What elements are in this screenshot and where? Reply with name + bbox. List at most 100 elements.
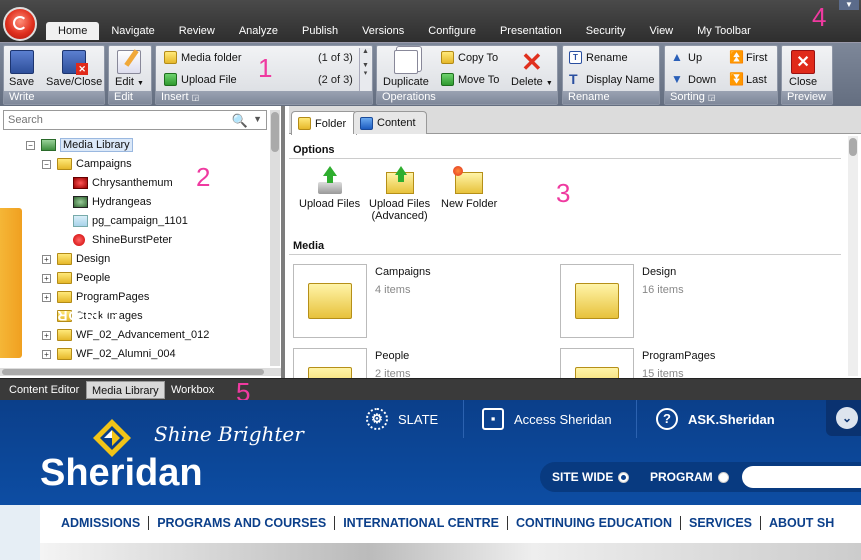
nav-programs-and-courses[interactable]: PROGRAMS AND COURSES	[149, 516, 336, 530]
tab-navigate[interactable]: Navigate	[99, 22, 166, 40]
move-to-button[interactable]: Move To	[441, 73, 499, 86]
tree-item[interactable]: Chrysanthemum	[58, 174, 173, 192]
nav-international-centre[interactable]: INTERNATIONAL CENTRE	[335, 516, 508, 530]
tab-my-toolbar[interactable]: My Toolbar	[685, 22, 763, 40]
app-menu-orb[interactable]	[3, 7, 37, 41]
tab-analyze[interactable]: Analyze	[227, 22, 290, 40]
tab-review[interactable]: Review	[167, 22, 227, 40]
upload-files-advanced-option[interactable]: Upload Files (Advanced)	[369, 166, 430, 222]
tab-content[interactable]: Content	[353, 111, 427, 134]
sort-up-button[interactable]: ▲ Up	[671, 51, 702, 64]
scope-program-label: PROGRAM	[650, 470, 713, 484]
search-icon[interactable]: 🔍	[232, 113, 248, 129]
collapse-toggle-icon[interactable]: −	[26, 140, 35, 150]
expand-toggle-icon[interactable]: +	[42, 254, 51, 264]
tree-item[interactable]: Hydrangeas	[58, 193, 151, 211]
ask-sheridan-link[interactable]: ? ASK.Sheridan	[656, 408, 775, 430]
site-left-strip	[0, 505, 40, 560]
insert-media-folder-button[interactable]: Media folder	[164, 51, 242, 64]
tree-item[interactable]: + WF_02_Alumni_004	[42, 345, 176, 363]
editor-scroll-thumb[interactable]	[849, 138, 857, 156]
new-folder-option[interactable]: New Folder	[441, 166, 497, 210]
move-to-icon	[441, 73, 454, 86]
expand-toggle-icon[interactable]: +	[42, 330, 51, 340]
tree-item[interactable]: − Campaigns	[42, 155, 132, 173]
media-card-design[interactable]: Design 16 items	[560, 264, 684, 338]
tab-folder[interactable]: Folder	[291, 111, 358, 135]
app-tab-workbox[interactable]: Workbox	[166, 381, 219, 399]
folder-icon	[57, 253, 72, 265]
tree-item[interactable]: + Design	[42, 250, 110, 268]
tree-scroll-thumb[interactable]	[271, 112, 279, 152]
search-options-dropdown-icon[interactable]: ▼	[253, 114, 262, 124]
slate-label: SLATE	[398, 411, 439, 427]
ribbon-collapse-button[interactable]: ▼	[839, 0, 859, 10]
nav-admissions[interactable]: ADMISSIONS	[40, 516, 150, 530]
tree-item[interactable]: − Media Library	[26, 136, 133, 154]
group-title-write: Write	[4, 91, 104, 104]
rename-button[interactable]: T Rename	[569, 51, 628, 64]
collapse-toggle-icon[interactable]: −	[42, 159, 51, 169]
tree-item[interactable]: pg_campaign_1101	[58, 212, 188, 230]
radio-program[interactable]	[717, 471, 729, 483]
app-tab-content-editor[interactable]: Content Editor	[4, 381, 84, 399]
close-preview-button[interactable]: ✕ Close	[789, 50, 817, 88]
edit-button[interactable]: Edit ▼	[115, 49, 144, 88]
delete-button[interactable]: ✕ Delete ▼	[511, 49, 553, 88]
tree-vertical-scrollbar[interactable]	[270, 110, 280, 366]
tab-security[interactable]: Security	[574, 22, 638, 40]
access-sheridan-link[interactable]: ▪ Access Sheridan	[482, 408, 612, 430]
tree-item[interactable]: + WF_02_Advancement_012	[42, 326, 209, 344]
save-button[interactable]: Save	[9, 50, 34, 88]
tab-configure[interactable]: Configure	[416, 22, 488, 40]
scope-site-wide-label: SITE WIDE	[552, 470, 614, 484]
up-arrow-icon: ▲	[671, 50, 683, 64]
tab-presentation[interactable]: Presentation	[488, 22, 574, 40]
expand-toggle-icon[interactable]: +	[42, 349, 51, 359]
sort-last-button[interactable]: ⏬ Last	[729, 73, 767, 86]
radio-site-wide[interactable]	[618, 471, 630, 483]
upload-file-label: Upload File	[181, 73, 237, 86]
expand-toggle-icon[interactable]: +	[42, 292, 51, 302]
tab-view[interactable]: View	[637, 22, 685, 40]
sort-first-button[interactable]: ⏫ First	[729, 51, 767, 64]
tree-item[interactable]: + ProgramPages	[42, 288, 149, 306]
expand-toggle-icon[interactable]: +	[42, 273, 51, 283]
duplicate-icon	[393, 50, 418, 74]
hero-image	[40, 543, 861, 560]
site-brand[interactable]: Sheridan	[40, 452, 203, 495]
folder-icon	[57, 329, 72, 341]
header-expand-button[interactable]: ⌄	[826, 400, 861, 436]
upload-files-label: Upload Files	[299, 198, 361, 210]
tree-item[interactable]: ShineBurstPeter	[58, 231, 172, 249]
save-close-button[interactable]: ✕ Save/Close	[46, 50, 102, 88]
display-name-button[interactable]: T Display Name	[569, 72, 654, 86]
sort-down-button[interactable]: ▼ Down	[671, 73, 716, 86]
duplicate-button[interactable]: Duplicate	[383, 50, 429, 88]
scope-site-wide[interactable]: SITE WIDE	[552, 470, 630, 484]
upload-files-icon	[314, 166, 346, 196]
tab-home[interactable]: Home	[46, 22, 100, 40]
insert-scroll-arrows[interactable]: ▲ ▼ ▾	[359, 48, 371, 92]
media-card-campaigns[interactable]: Campaigns 4 items	[293, 264, 431, 338]
group-title-operations: Operations	[377, 91, 557, 104]
copy-to-button[interactable]: Copy To	[441, 51, 498, 64]
app-tab-media-library[interactable]: Media Library	[86, 381, 165, 399]
tab-versions[interactable]: Versions	[350, 22, 416, 40]
tree-item-label: Campaigns	[76, 158, 132, 170]
tree-item[interactable]: + People	[42, 269, 110, 287]
nav-about[interactable]: ABOUT SH	[761, 516, 842, 530]
insert-upload-file-button[interactable]: Upload File	[164, 73, 237, 86]
tree-hscroll-thumb[interactable]	[2, 369, 264, 375]
nav-services[interactable]: SERVICES	[681, 516, 761, 530]
site-search-input[interactable]	[742, 466, 861, 488]
upload-files-option[interactable]: Upload Files	[299, 166, 360, 210]
editor-vertical-scrollbar[interactable]	[848, 136, 858, 376]
tree-horizontal-scrollbar[interactable]	[0, 368, 281, 376]
scope-program[interactable]: PROGRAM	[650, 470, 729, 484]
tab-publish[interactable]: Publish	[290, 22, 350, 40]
slate-link[interactable]: ⚙ SLATE	[366, 408, 438, 430]
search-input[interactable]	[4, 111, 224, 129]
explore-tab[interactable]: ◀ EXPLORE	[0, 208, 120, 358]
nav-continuing-education[interactable]: CONTINUING EDUCATION	[508, 516, 681, 530]
